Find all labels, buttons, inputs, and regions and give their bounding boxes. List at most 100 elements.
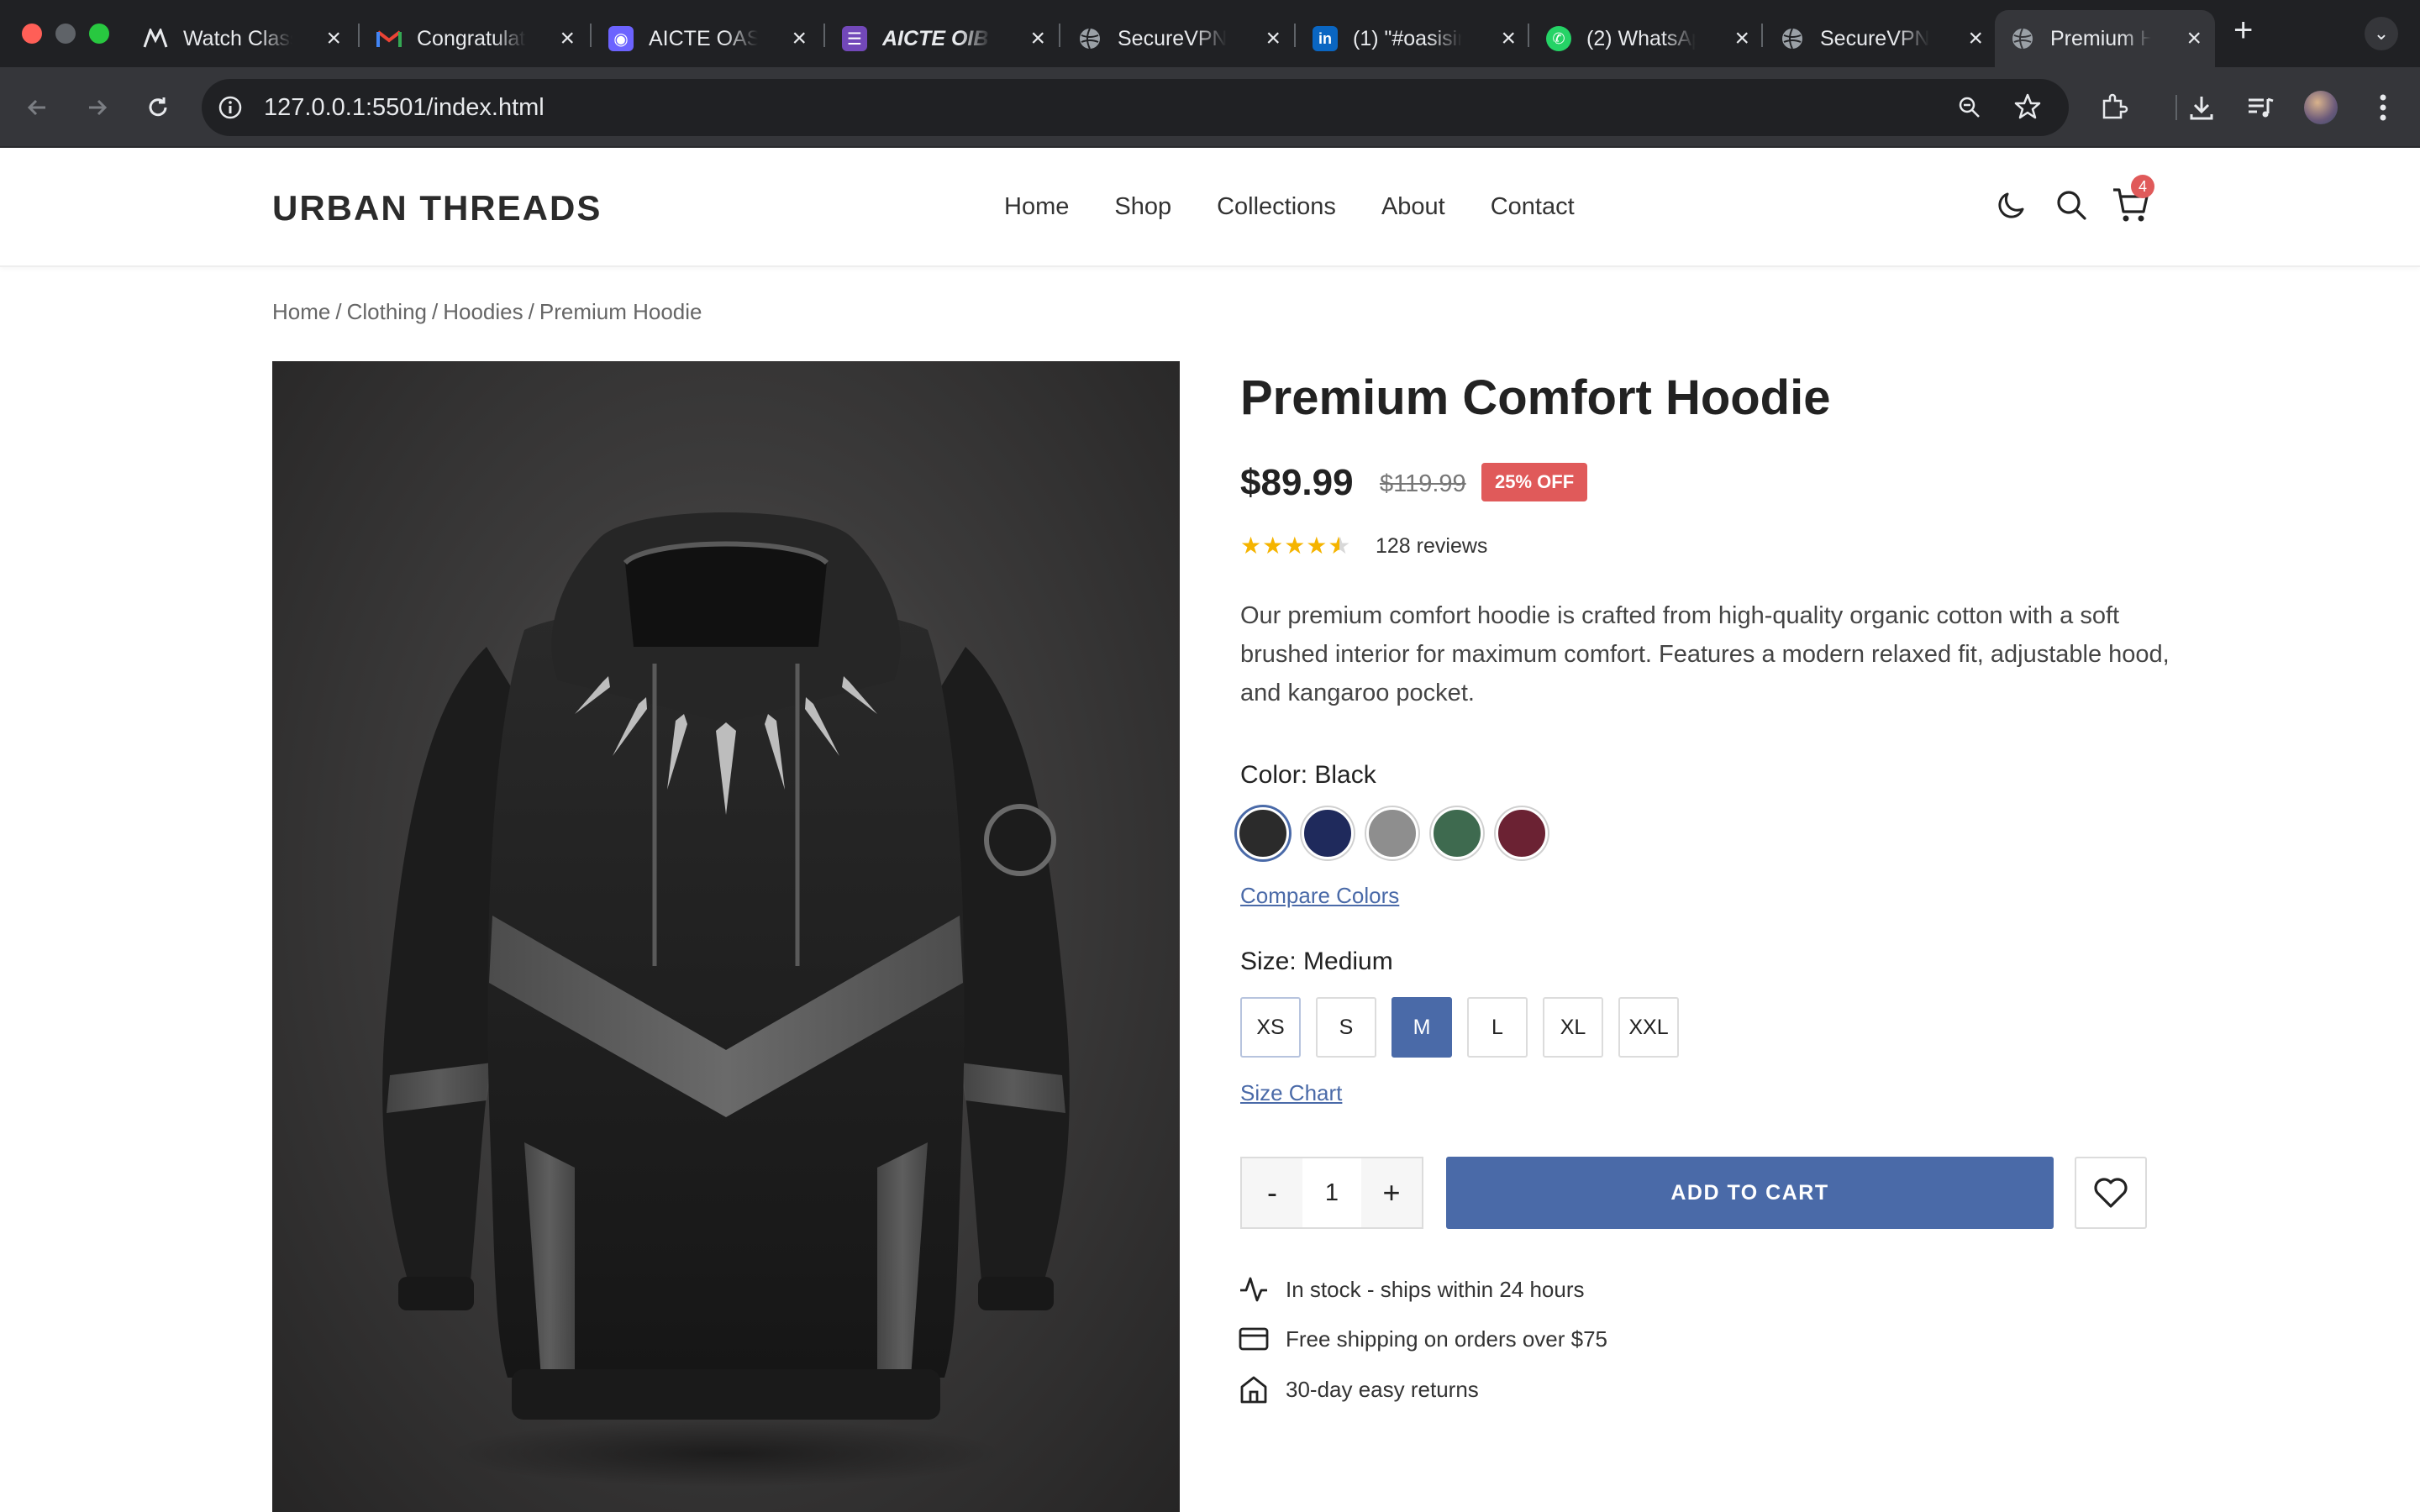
close-tab-icon[interactable]: × (1030, 24, 1045, 53)
feature-stock-text: In stock - ships within 24 hours (1286, 1276, 1585, 1302)
size-option-xs[interactable]: XS (1240, 997, 1301, 1058)
tab-title: (1) "#oasisinfo (1353, 26, 1462, 50)
theme-toggle-button[interactable] (1991, 185, 2032, 225)
forward-button[interactable] (79, 89, 116, 126)
globe-icon (2010, 26, 2035, 51)
quantity-decrease-button[interactable]: - (1242, 1158, 1302, 1227)
close-window-button[interactable] (22, 24, 42, 44)
browser-tab[interactable]: ✆ (2) WhatsApp × (1531, 10, 1763, 67)
browser-menu-button[interactable] (2365, 89, 2402, 126)
wishlist-button[interactable] (2075, 1157, 2147, 1229)
color-swatch-gray[interactable] (1366, 807, 1418, 859)
close-tab-icon[interactable]: × (1265, 24, 1281, 53)
tab-divider (823, 24, 825, 47)
browser-tab[interactable]: Congratulations × (361, 10, 588, 67)
reload-icon (149, 97, 167, 117)
color-swatch-green[interactable] (1431, 807, 1483, 859)
downloads-button[interactable] (2183, 89, 2220, 126)
site-logo[interactable]: URBAN THREADS (272, 188, 602, 228)
tab-title: AICTE OIB (882, 26, 989, 50)
tab-search-button[interactable]: ⌄ (2365, 17, 2398, 50)
discount-badge: 25% OFF (1481, 463, 1588, 501)
size-option-xxl[interactable]: XXL (1618, 997, 1679, 1058)
quantity-increase-button[interactable]: + (1361, 1158, 1422, 1227)
back-button[interactable] (18, 89, 55, 126)
url-text[interactable]: 127.0.0.1:5501/index.html (264, 79, 544, 136)
browser-tab[interactable]: ◉ AICTE OASIS × (593, 10, 820, 67)
form-icon: ☰ (842, 26, 867, 51)
nav-collections[interactable]: Collections (1217, 193, 1336, 221)
zoom-icon[interactable] (1956, 94, 1983, 121)
quantity-input[interactable]: 1 (1302, 1158, 1361, 1227)
close-tab-icon[interactable]: × (560, 24, 575, 53)
close-tab-icon[interactable]: × (326, 24, 341, 53)
quantity-stepper: - 1 + (1240, 1157, 1423, 1229)
product-price: $89.99 (1240, 462, 1354, 503)
nav-about[interactable]: About (1381, 193, 1445, 221)
close-tab-icon[interactable]: × (1968, 24, 1983, 53)
breadcrumb-clothing[interactable]: Clothing (347, 299, 427, 324)
feature-returns-text: 30-day easy returns (1286, 1376, 1479, 1402)
close-tab-icon[interactable]: × (792, 24, 807, 53)
tab-divider (358, 24, 360, 47)
compare-colors-link[interactable]: Compare Colors (1240, 883, 1399, 909)
size-options: XS S M L XL XXL (1240, 997, 1679, 1058)
aicte-oasis-icon: ◉ (608, 26, 634, 51)
globe-icon (1780, 26, 1805, 51)
color-swatch-black[interactable] (1237, 807, 1289, 859)
size-option-s[interactable]: S (1316, 997, 1376, 1058)
forward-arrow-icon (89, 99, 108, 116)
review-count[interactable]: 128 reviews (1376, 534, 1487, 559)
original-price: $119.99 (1380, 470, 1466, 497)
site-info-icon[interactable] (217, 94, 244, 121)
linkedin-icon: in (1313, 26, 1338, 51)
nav-home[interactable]: Home (1004, 193, 1069, 221)
browser-tab-bar: Watch Class × Congratulations × ◉ AICTE … (0, 0, 2420, 67)
nav-contact[interactable]: Contact (1491, 193, 1575, 221)
close-tab-icon[interactable]: × (1734, 24, 1749, 53)
breadcrumb-hoodies[interactable]: Hoodies (443, 299, 523, 324)
browser-toolbar: 127.0.0.1:5501/index.html (0, 67, 2420, 148)
puzzle-icon (2102, 93, 2128, 119)
tab-title: Congratulations (417, 26, 526, 50)
reload-button[interactable] (139, 89, 176, 126)
main-nav: Home Shop Collections About Contact (1004, 193, 1575, 221)
home-icon (1240, 1376, 1267, 1404)
maximize-window-button[interactable] (89, 24, 109, 44)
minimize-window-button[interactable] (55, 24, 76, 44)
browser-tab-active[interactable]: Premium Hoodie × (1995, 10, 2215, 67)
extensions-button[interactable] (2096, 89, 2133, 126)
browser-tab[interactable]: SecureVPN × (1765, 10, 1996, 67)
feature-shipping: Free shipping on orders over $75 (1239, 1325, 1607, 1353)
browser-tab[interactable]: in (1) "#oasisinfo × (1297, 10, 1529, 67)
cart-count-badge: 4 (2131, 175, 2154, 198)
media-controls-button[interactable] (2242, 89, 2279, 126)
bookmark-star-icon[interactable] (2013, 92, 2042, 121)
tab-title: SecureVPN (1118, 26, 1227, 50)
feature-shipping-text: Free shipping on orders over $75 (1286, 1326, 1608, 1352)
search-button[interactable] (2051, 185, 2091, 225)
tab-title: Watch Class (183, 26, 292, 50)
browser-tab[interactable]: Watch Class × (128, 10, 355, 67)
color-swatch-navy[interactable] (1302, 807, 1354, 859)
nav-shop[interactable]: Shop (1114, 193, 1171, 221)
color-swatch-burgundy[interactable] (1496, 807, 1548, 859)
browser-tab[interactable]: ☰ AICTE OIB × (827, 10, 1059, 67)
close-tab-icon[interactable]: × (2186, 24, 2202, 53)
size-option-l[interactable]: L (1467, 997, 1528, 1058)
size-chart-link[interactable]: Size Chart (1240, 1080, 1342, 1106)
color-swatches (1237, 807, 1548, 859)
size-option-m[interactable]: M (1392, 997, 1452, 1058)
size-option-xl[interactable]: XL (1543, 997, 1603, 1058)
close-tab-icon[interactable]: × (1501, 24, 1516, 53)
product-description: Our premium comfort hoodie is crafted fr… (1240, 602, 2170, 706)
breadcrumb-home[interactable]: Home (272, 299, 330, 324)
browser-tab[interactable]: SecureVPN × (1062, 10, 1294, 67)
address-bar[interactable]: 127.0.0.1:5501/index.html (202, 79, 2069, 136)
globe-icon (1077, 26, 1102, 51)
credit-card-icon (1239, 1327, 1269, 1351)
product-image[interactable] (272, 361, 1180, 1512)
add-to-cart-button[interactable]: ADD TO CART (1446, 1157, 2054, 1229)
new-tab-button[interactable]: + (2233, 12, 2253, 50)
profile-avatar[interactable] (2302, 89, 2339, 126)
